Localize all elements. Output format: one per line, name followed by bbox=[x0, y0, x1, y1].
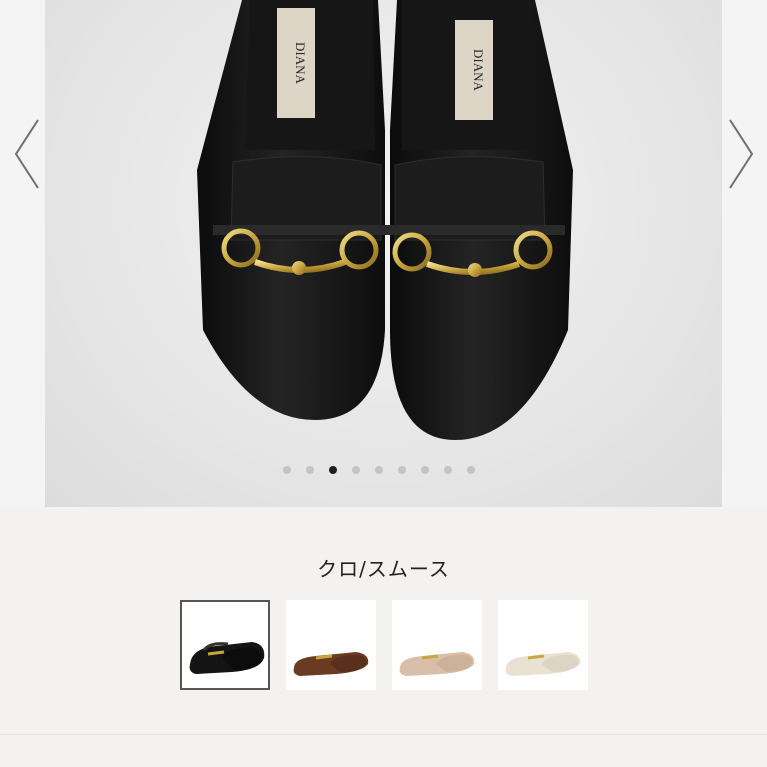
left-loafer: DIANA bbox=[197, 0, 390, 420]
carousel-dot-2[interactable] bbox=[306, 466, 314, 474]
carousel-dot-5[interactable] bbox=[375, 466, 383, 474]
loafers-illustration: DIANA DIANA bbox=[197, 0, 573, 440]
swatch-black[interactable] bbox=[180, 600, 270, 690]
black-loafer-thumbnail bbox=[189, 642, 265, 674]
product-image-carousel[interactable]: DIANA DIANA bbox=[0, 0, 767, 507]
chevron-left-icon bbox=[14, 119, 39, 189]
carousel-dot-1[interactable] bbox=[283, 466, 291, 474]
brown-loafer-thumbnail bbox=[293, 652, 369, 676]
insole-brand-text: DIANA bbox=[293, 42, 308, 84]
ivory-loafer-thumbnail bbox=[505, 652, 581, 676]
carousel-pagination bbox=[283, 466, 475, 476]
carousel-prev-button[interactable] bbox=[12, 118, 42, 190]
swatch-ivory[interactable] bbox=[498, 600, 588, 690]
carousel-dot-4[interactable] bbox=[352, 466, 360, 474]
swatch-beige[interactable] bbox=[392, 600, 482, 690]
next-slide-peek bbox=[722, 0, 767, 507]
previous-slide-peek bbox=[0, 0, 45, 507]
carousel-dot-7[interactable] bbox=[421, 466, 429, 474]
chevron-right-icon bbox=[729, 119, 754, 189]
carousel-next-button[interactable] bbox=[726, 118, 756, 190]
section-divider bbox=[0, 734, 767, 735]
selected-color-name: クロ/スムース bbox=[317, 557, 450, 581]
carousel-dot-8[interactable] bbox=[444, 466, 452, 474]
carousel-dot-3-active[interactable] bbox=[329, 466, 337, 474]
swatch-brown[interactable] bbox=[286, 600, 376, 690]
carousel-dot-6[interactable] bbox=[398, 466, 406, 474]
insole-brand-text-right: DIANA bbox=[471, 49, 486, 91]
carousel-dot-9[interactable] bbox=[467, 466, 475, 474]
right-loafer: DIANA bbox=[387, 0, 573, 440]
product-photo: DIANA DIANA bbox=[45, 0, 722, 507]
beige-loafer-thumbnail bbox=[399, 652, 475, 676]
color-swatch-list bbox=[180, 600, 588, 690]
